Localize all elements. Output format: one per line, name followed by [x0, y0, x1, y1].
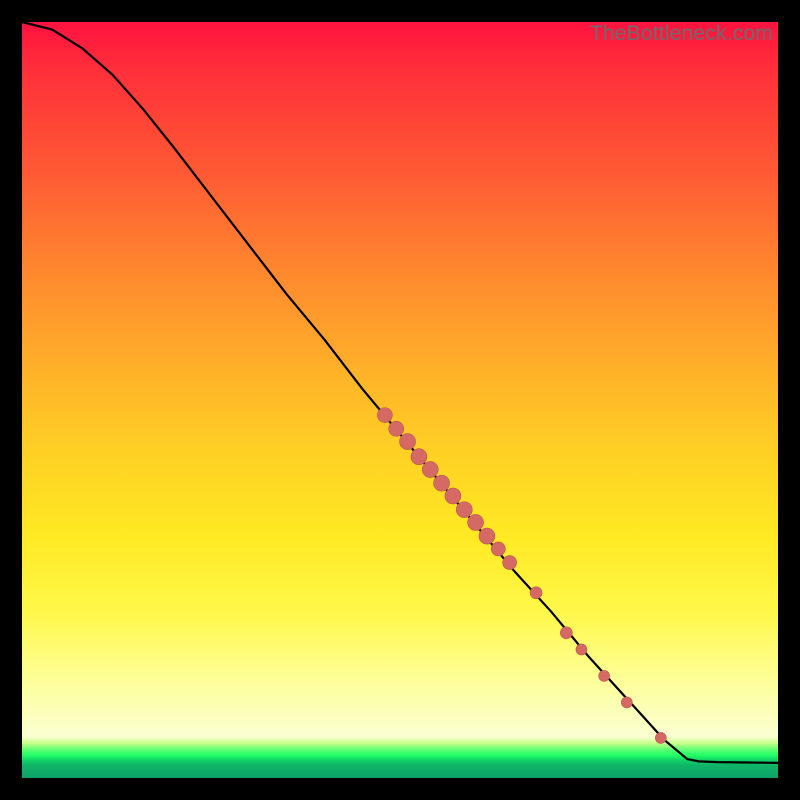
curve-marker	[599, 670, 610, 681]
curve-marker	[560, 627, 572, 639]
curve-marker	[434, 475, 450, 491]
curve-marker	[530, 587, 542, 599]
curve-marker	[389, 421, 404, 436]
plot-area: TheBottleneck.com	[22, 22, 778, 778]
curve-marker	[503, 556, 517, 570]
curve-marker	[576, 644, 587, 655]
curve-marker	[621, 697, 632, 708]
curve-marker	[411, 449, 427, 465]
curve-marker	[445, 488, 461, 504]
curve-marker	[377, 408, 392, 423]
curve-marker	[491, 542, 505, 556]
curve-marker	[422, 462, 438, 478]
chart-stage: TheBottleneck.com	[0, 0, 800, 800]
bottleneck-curve	[22, 22, 778, 763]
curve-marker	[655, 732, 666, 743]
chart-svg	[22, 22, 778, 778]
curve-marker	[400, 434, 416, 450]
curve-marker	[468, 514, 484, 530]
curve-marker	[479, 528, 495, 544]
curve-marker	[456, 502, 472, 518]
